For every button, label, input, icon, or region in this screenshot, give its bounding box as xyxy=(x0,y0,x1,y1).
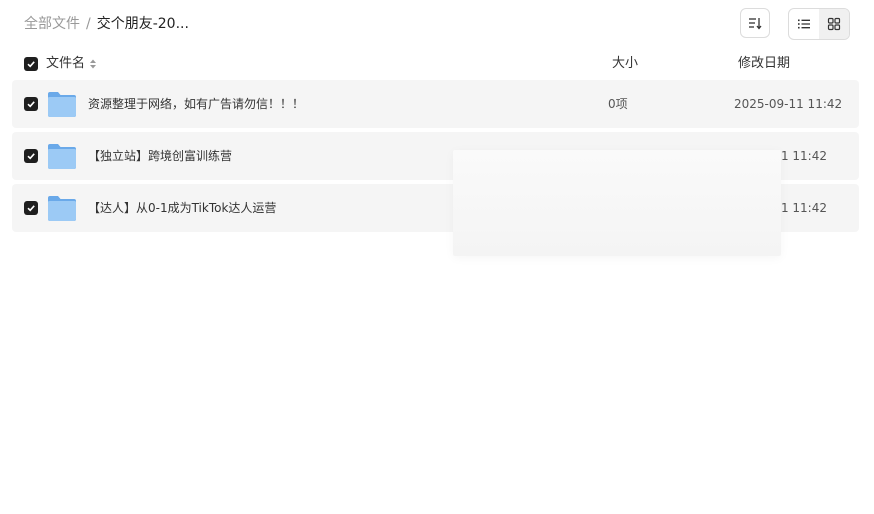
sort-arrows-icon xyxy=(90,59,97,69)
row-name[interactable]: 【独立站】跨境创富训练营 xyxy=(88,146,232,166)
table-row[interactable]: 资源整理于网络，如有广告请勿信！！！ 0项 2025-09-11 11:42 xyxy=(12,80,859,128)
breadcrumb: 全部文件 / 交个朋友-20... xyxy=(24,14,189,34)
breadcrumb-current: 交个朋友-20... xyxy=(96,16,189,32)
row-size: 0项 xyxy=(608,97,628,111)
row-name[interactable]: 【达人】从0-1成为TikTok达人运营 xyxy=(88,198,276,218)
select-all-checkbox[interactable] xyxy=(24,57,38,71)
folder-icon xyxy=(48,144,76,169)
file-browser: 全部文件 / 交个朋友-20... 文件名 大小 修改日期 资源整理于网络，如有… xyxy=(0,0,874,514)
column-name-header[interactable]: 文件名 xyxy=(46,52,98,76)
check-icon xyxy=(27,153,35,160)
row-checkbox[interactable] xyxy=(24,149,38,163)
breadcrumb-root[interactable]: 全部文件 xyxy=(24,14,80,34)
hover-popup xyxy=(453,150,781,256)
view-toggle xyxy=(788,8,850,40)
header: 全部文件 / 交个朋友-20... xyxy=(0,0,874,48)
breadcrumb-separator: / xyxy=(86,16,91,32)
row-name[interactable]: 资源整理于网络，如有广告请勿信！！！ xyxy=(88,94,304,114)
list-view-button[interactable] xyxy=(789,9,819,39)
check-icon xyxy=(27,61,35,68)
row-checkbox[interactable] xyxy=(24,97,38,111)
grid-view-button[interactable] xyxy=(819,9,849,39)
row-date: 2025-09-11 11:42 xyxy=(734,97,843,111)
folder-icon xyxy=(48,92,76,117)
check-icon xyxy=(27,101,35,108)
column-date-label: 修改日期 xyxy=(738,56,791,71)
sort-icon xyxy=(749,18,762,30)
column-name-label: 文件名 xyxy=(46,56,86,71)
grid-view-icon xyxy=(827,17,841,31)
check-icon xyxy=(27,205,35,212)
row-checkbox[interactable] xyxy=(24,201,38,215)
sort-button[interactable] xyxy=(740,8,770,38)
list-view-icon xyxy=(798,19,810,29)
column-size-label: 大小 xyxy=(612,56,639,71)
folder-icon xyxy=(48,196,76,221)
column-header: 文件名 大小 修改日期 xyxy=(0,52,874,76)
